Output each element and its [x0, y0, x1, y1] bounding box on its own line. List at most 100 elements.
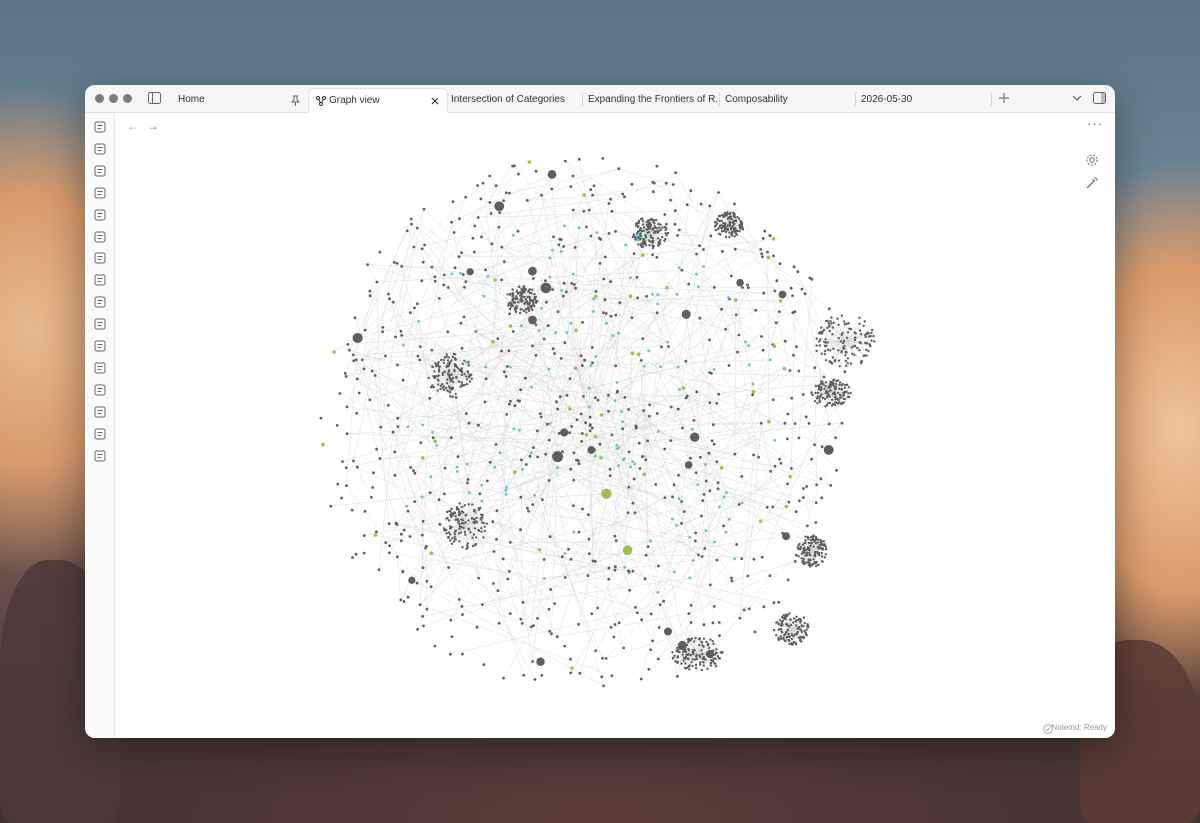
graph-node[interactable]: [400, 265, 404, 268]
graph-node[interactable]: [598, 236, 601, 240]
graph-node[interactable]: [461, 546, 464, 549]
graph-node[interactable]: [814, 501, 818, 505]
graph-node[interactable]: [458, 217, 461, 221]
graph-node[interactable]: [627, 485, 631, 489]
graph-node[interactable]: [431, 430, 434, 434]
graph-node[interactable]: [493, 465, 497, 469]
graph-node[interactable]: [849, 391, 852, 395]
graph-node[interactable]: [849, 362, 853, 365]
graph-node[interactable]: [513, 404, 517, 408]
graph-node[interactable]: [824, 385, 827, 388]
graph-node[interactable]: [466, 542, 469, 545]
graph-node[interactable]: [607, 566, 611, 570]
graph-node[interactable]: [461, 505, 464, 509]
graph-node[interactable]: [713, 661, 716, 665]
graph-node[interactable]: [712, 368, 716, 371]
graph-node[interactable]: [716, 217, 719, 221]
graph-node[interactable]: [442, 273, 446, 277]
graph-node[interactable]: [467, 421, 471, 425]
graph-node[interactable]: [523, 291, 526, 294]
graph-node[interactable]: [820, 496, 824, 500]
graph-node[interactable]: [813, 400, 817, 403]
graph-node[interactable]: [797, 499, 801, 503]
graph-node[interactable]: [436, 378, 439, 381]
graph-node[interactable]: [352, 359, 356, 363]
graph-node[interactable]: [799, 639, 802, 642]
graph-node[interactable]: [430, 348, 434, 352]
graph-node[interactable]: [500, 349, 503, 353]
graph-node[interactable]: [682, 656, 686, 659]
graph-node[interactable]: [651, 240, 654, 243]
graph-node[interactable]: [806, 548, 809, 551]
graph-node[interactable]: [431, 384, 434, 387]
graph-node[interactable]: [843, 386, 847, 389]
graph-node[interactable]: [479, 517, 482, 520]
graph-node[interactable]: [577, 462, 581, 466]
graph-node[interactable]: [798, 542, 801, 546]
graph-node[interactable]: [823, 556, 827, 559]
graph-node[interactable]: [543, 577, 546, 580]
graph-node[interactable]: [492, 550, 496, 553]
graph-node[interactable]: [455, 375, 458, 379]
graph-node[interactable]: [708, 204, 712, 208]
graph-node[interactable]: [508, 540, 512, 544]
graph-node[interactable]: [795, 615, 798, 618]
graph-node[interactable]: [479, 197, 483, 201]
graph-node[interactable]: [457, 380, 461, 383]
graph-node[interactable]: [587, 386, 591, 390]
graph-node[interactable]: [702, 637, 706, 640]
graph-node[interactable]: [800, 630, 803, 634]
graph-node[interactable]: [726, 217, 730, 220]
graph-node[interactable]: [491, 520, 495, 524]
graph-node[interactable]: [450, 507, 453, 511]
graph-node[interactable]: [528, 315, 537, 325]
graph-node[interactable]: [610, 209, 614, 213]
graph-node[interactable]: [521, 299, 524, 302]
graph-node[interactable]: [715, 652, 718, 655]
graph-node[interactable]: [371, 486, 375, 489]
graph-node[interactable]: [574, 328, 578, 332]
graph-node[interactable]: [677, 228, 681, 232]
graph-node[interactable]: [777, 310, 781, 313]
graph-node[interactable]: [702, 657, 706, 660]
graph-node[interactable]: [652, 220, 655, 224]
graph-node[interactable]: [579, 412, 583, 416]
graph-node[interactable]: [484, 365, 488, 369]
graph-node[interactable]: [372, 471, 375, 475]
graph-node[interactable]: [413, 471, 417, 475]
graph-node[interactable]: [513, 301, 517, 304]
graph-node[interactable]: [768, 358, 772, 362]
graph-node[interactable]: [815, 560, 818, 564]
graph-node[interactable]: [568, 431, 571, 435]
graph-node[interactable]: [622, 545, 633, 555]
graph-node[interactable]: [827, 322, 831, 325]
graph-node[interactable]: [843, 320, 846, 323]
graph-node[interactable]: [614, 313, 618, 317]
graph-node[interactable]: [708, 646, 711, 650]
graph-node[interactable]: [505, 365, 509, 368]
graph-node[interactable]: [581, 320, 584, 324]
graph-node[interactable]: [495, 509, 499, 513]
search-icon[interactable]: [94, 406, 106, 418]
graph-node[interactable]: [431, 365, 434, 368]
graph-node[interactable]: [691, 427, 694, 431]
graph-node[interactable]: [791, 311, 795, 314]
graph-node[interactable]: [687, 640, 690, 644]
graph-node[interactable]: [573, 246, 577, 249]
graph-node[interactable]: [592, 310, 595, 313]
graph-node[interactable]: [719, 233, 722, 236]
graph-node[interactable]: [531, 503, 535, 506]
graph-node[interactable]: [821, 547, 824, 551]
graph-node[interactable]: [607, 409, 610, 413]
graph-node[interactable]: [558, 395, 562, 399]
graph-node[interactable]: [530, 385, 533, 389]
graph-node[interactable]: [751, 382, 755, 386]
graph-node[interactable]: [527, 509, 530, 513]
graph-node[interactable]: [448, 362, 451, 366]
graph-node[interactable]: [465, 375, 468, 378]
graph-node[interactable]: [775, 621, 778, 624]
graph-node[interactable]: [641, 240, 645, 243]
graph-node[interactable]: [394, 335, 397, 339]
graph-node[interactable]: [665, 285, 669, 290]
graph-node[interactable]: [603, 298, 607, 302]
